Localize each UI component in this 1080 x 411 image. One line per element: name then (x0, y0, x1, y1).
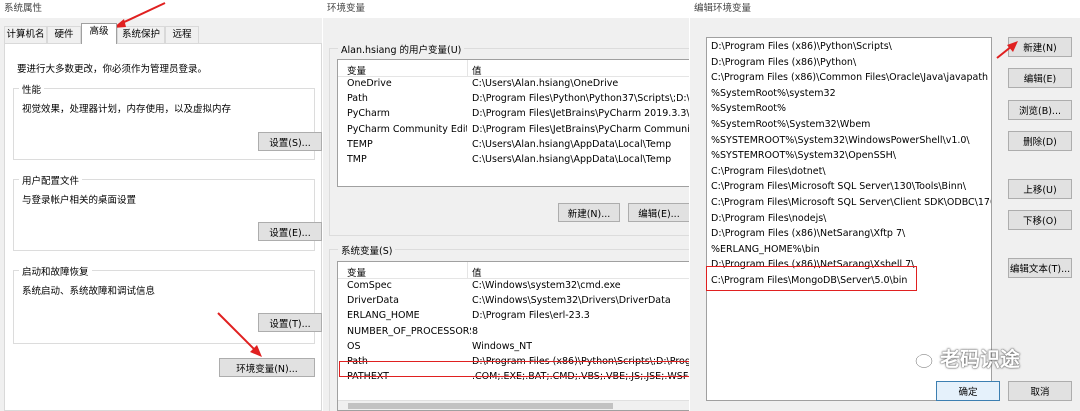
column-variable[interactable]: 变量 (347, 265, 366, 279)
table-row[interactable]: Path D:\Program Files\Python\Python37\Scr… (338, 92, 689, 107)
table-row[interactable]: PyCharm Community Editi...D:\Program Fil… (338, 123, 689, 138)
system-properties-window: 系统属性 计算机名 硬件 高级 系统保护 远程 要进行大多数更改，你必须作为管理… (0, 0, 322, 411)
table-row[interactable]: ERLANG_HOME D:\Program Files\erl-23.3 (338, 309, 689, 324)
new-button[interactable]: 新建(N) (1008, 37, 1072, 57)
column-value[interactable]: 值 (472, 265, 482, 279)
environment-variables-title: 环境变量 (323, 0, 689, 18)
column-value[interactable]: 值 (472, 63, 482, 77)
performance-settings-button[interactable]: 设置(S)... (258, 132, 322, 151)
watermark: 老码识途 (904, 343, 1020, 372)
tab-advanced[interactable]: 高级 (81, 23, 117, 44)
system-variables-header: 变量 值 (338, 262, 689, 279)
system-variables-list[interactable]: 变量 值 ComSpec C:\Windows\system32\cmd.exe … (337, 261, 689, 411)
user-variables-header: 变量 值 (338, 60, 689, 77)
list-item[interactable]: D:\Program Files (x86)\NetSarang\Xshell … (707, 257, 991, 273)
tab-hardware[interactable]: 硬件 (47, 26, 81, 43)
tab-remote[interactable]: 远程 (165, 26, 199, 43)
table-row[interactable]: OS Windows_NT (338, 340, 689, 355)
table-row[interactable]: ComSpec C:\Windows\system32\cmd.exe (338, 279, 689, 294)
list-item[interactable]: %SystemRoot%\system32 (707, 86, 991, 102)
table-row[interactable]: Path D:\Program Files (x86)\Python\Script… (338, 355, 689, 370)
horizontal-scrollbar[interactable] (338, 400, 689, 410)
table-row[interactable]: OneDrive C:\Users\Alan.hsiang\OneDrive (338, 77, 689, 92)
edit-text-button[interactable]: 编辑文本(T)... (1008, 258, 1072, 278)
list-item[interactable]: D:\Program Files\nodejs\ (707, 211, 991, 227)
tab-system-protection[interactable]: 系统保护 (117, 26, 165, 43)
watermark-text: 老码识途 (940, 347, 1020, 371)
table-row[interactable]: DriverData C:\Windows\System32\Drivers\Dr… (338, 294, 689, 309)
advanced-tab-panel: 要进行大多数更改，你必须作为管理员登录。 性能 视觉效果，处理器计划，内存使用，… (4, 43, 322, 411)
list-item[interactable]: C:\Program Files (x86)\Common Files\Orac… (707, 70, 991, 86)
list-item[interactable]: D:\Program Files (x86)\Python\Scripts\ (707, 39, 991, 55)
system-properties-title: 系统属性 (0, 0, 322, 18)
list-item[interactable]: D:\Program Files (x86)\Python\ (707, 55, 991, 71)
list-item[interactable]: C:\Program Files\Microsoft SQL Server\13… (707, 179, 991, 195)
move-down-button[interactable]: 下移(O) (1008, 210, 1072, 230)
list-item[interactable]: %SystemRoot%\System32\Wbem (707, 117, 991, 133)
admin-note: 要进行大多数更改，你必须作为管理员登录。 (17, 64, 208, 75)
cancel-button[interactable]: 取消 (1008, 381, 1072, 401)
list-item-new-path[interactable]: C:\Program Files\MongoDB\Server\5.0\bin (707, 273, 991, 289)
list-item[interactable]: C:\Program Files\Microsoft SQL Server\Cl… (707, 195, 991, 211)
wechat-icon (904, 346, 933, 368)
table-row[interactable]: NUMBER_OF_PROCESSORS 8 (338, 325, 689, 340)
performance-desc: 视觉效果，处理器计划，内存使用，以及虚拟内存 (22, 104, 232, 115)
environment-variables-window: 环境变量 Alan.hsiang 的用户变量(U) 变量 值 OneDrive C… (323, 0, 689, 411)
startup-recovery-desc: 系统启动、系统故障和调试信息 (22, 286, 156, 297)
user-profile-title: 用户配置文件 (19, 173, 83, 187)
scrollbar-thumb[interactable] (348, 403, 613, 409)
table-row[interactable]: TMP C:\Users\Alan.hsiang\AppData\Local\Te… (338, 153, 689, 168)
column-variable[interactable]: 变量 (347, 63, 366, 77)
edit-environment-variable-title: 编辑环境变量 (690, 0, 1080, 18)
user-profile-desc: 与登录帐户相关的桌面设置 (22, 195, 137, 206)
environment-variables-button[interactable]: 环境变量(N)... (219, 358, 315, 377)
table-row[interactable]: TEMP C:\Users\Alan.hsiang\AppData\Local\T… (338, 138, 689, 153)
edit-button[interactable]: 编辑(E) (1008, 68, 1072, 88)
startup-recovery-title: 启动和故障恢复 (19, 264, 92, 278)
ok-button[interactable]: 确定 (936, 381, 1000, 401)
tab-computer-name[interactable]: 计算机名 (4, 26, 47, 43)
browse-button[interactable]: 浏览(B)... (1008, 100, 1072, 120)
list-item[interactable]: %SYSTEMROOT%\System32\WindowsPowerShell\… (707, 133, 991, 149)
startup-recovery-settings-button[interactable]: 设置(T)... (258, 313, 322, 332)
table-row[interactable]: PATHEXT .COM;.EXE;.BAT;.CMD;.VBS;.VBE;.JS… (338, 370, 689, 385)
user-variables-title: Alan.hsiang 的用户变量(U) (338, 42, 465, 56)
user-variables-list[interactable]: 变量 值 OneDrive C:\Users\Alan.hsiang\OneDri… (337, 59, 689, 187)
list-item[interactable]: %SystemRoot% (707, 101, 991, 117)
list-item[interactable]: D:\Program Files (x86)\NetSarang\Xftp 7\ (707, 226, 991, 242)
user-profile-settings-button[interactable]: 设置(E)... (258, 222, 322, 241)
list-item[interactable]: %SYSTEMROOT%\System32\OpenSSH\ (707, 148, 991, 164)
move-up-button[interactable]: 上移(U) (1008, 179, 1072, 199)
system-variables-title: 系统变量(S) (338, 243, 396, 257)
edit-environment-variable-window: 编辑环境变量 D:\Program Files (x86)\Python\Scr… (690, 0, 1080, 411)
table-row[interactable]: PyCharm D:\Program Files\JetBrains\PyChar… (338, 107, 689, 122)
performance-title: 性能 (19, 82, 45, 96)
startup-recovery-group: 启动和故障恢复 系统启动、系统故障和调试信息 (13, 264, 315, 344)
list-item[interactable]: %ERLANG_HOME%\bin (707, 242, 991, 258)
list-item[interactable]: C:\Program Files\dotnet\ (707, 164, 991, 180)
delete-button[interactable]: 删除(D) (1008, 131, 1072, 151)
user-new-button[interactable]: 新建(N)... (558, 203, 620, 222)
user-edit-button[interactable]: 编辑(E)... (628, 203, 689, 222)
